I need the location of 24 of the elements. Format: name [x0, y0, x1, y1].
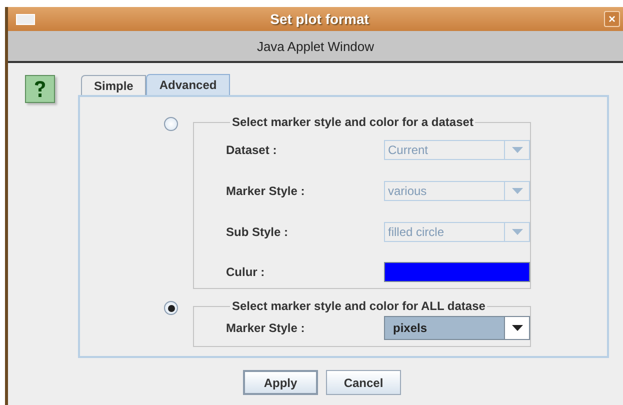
- field-label: Dataset :: [226, 142, 278, 156]
- caret-icon: [512, 188, 522, 194]
- tab[interactable]: Advanced: [146, 74, 230, 95]
- caret-icon: [512, 146, 522, 152]
- applet-banner: Java Applet Window: [8, 31, 623, 63]
- dialog-button[interactable]: Apply: [243, 370, 318, 395]
- help-icon: [34, 80, 46, 98]
- group-title: Select marker style and color for ALL datase: [231, 299, 486, 313]
- caret-icon: [512, 325, 522, 331]
- field-label: Culur :: [226, 265, 266, 279]
- group-title: Select marker style and color for a dataset: [231, 115, 474, 129]
- radio-button[interactable]: [164, 301, 178, 315]
- window-menu-icon[interactable]: [16, 14, 35, 24]
- window-title: Set plot format: [270, 11, 369, 27]
- dropdown[interactable]: pixels: [384, 316, 530, 340]
- tab[interactable]: Simple: [81, 75, 146, 95]
- color-swatch[interactable]: [384, 262, 530, 282]
- radio-button[interactable]: [164, 117, 178, 131]
- field-label: Sub Style :: [226, 224, 290, 238]
- dialog-button[interactable]: Cancel: [326, 370, 401, 395]
- field-label: Marker Style :: [226, 184, 306, 198]
- help-button[interactable]: [25, 75, 55, 103]
- field-label: Marker Style :: [226, 321, 306, 335]
- caret-icon: [512, 228, 522, 234]
